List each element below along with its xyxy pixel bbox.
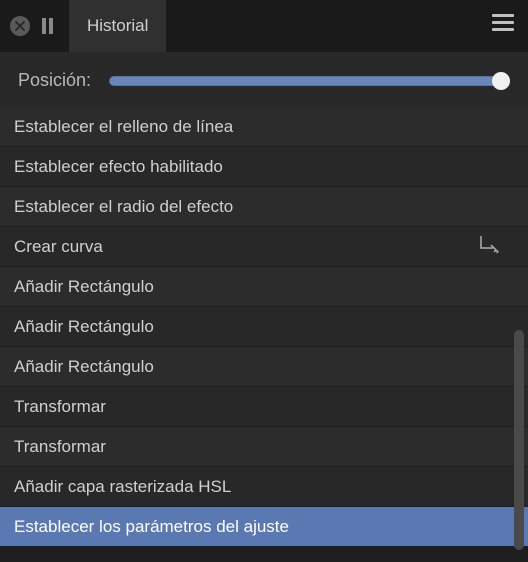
slider-track [109, 76, 510, 86]
history-item-label: Transformar [14, 397, 106, 417]
position-label: Posición: [18, 70, 91, 91]
history-item[interactable]: Transformar [0, 387, 528, 427]
close-button[interactable] [10, 16, 30, 36]
history-list: Establecer el relleno de línea Establecer… [0, 107, 528, 547]
curve-tool-icon [478, 233, 500, 260]
history-item[interactable]: Establecer efecto habilitado [0, 147, 528, 187]
history-item-label: Establecer los parámetros del ajuste [14, 517, 289, 537]
history-item[interactable]: Añadir capa rasterizada HSL [0, 467, 528, 507]
history-item-label: Crear curva [14, 237, 103, 257]
scrollbar-thumb[interactable] [514, 330, 524, 550]
history-item[interactable]: Establecer los parámetros del ajuste [0, 507, 528, 547]
history-item-label: Añadir capa rasterizada HSL [14, 477, 231, 497]
menu-button[interactable] [492, 14, 514, 31]
tab-historial[interactable]: Historial [69, 0, 166, 52]
pause-icon[interactable] [42, 18, 53, 34]
slider-thumb[interactable] [492, 72, 510, 90]
history-item-label: Establecer el relleno de línea [14, 117, 233, 137]
history-item-label: Añadir Rectángulo [14, 357, 154, 377]
position-row: Posición: [0, 52, 528, 107]
history-item-label: Establecer el radio del efecto [14, 197, 233, 217]
history-item[interactable]: Transformar [0, 427, 528, 467]
history-item[interactable]: Crear curva [0, 227, 528, 267]
titlebar: Historial [0, 0, 528, 52]
history-item-label: Transformar [14, 437, 106, 457]
history-item[interactable]: Establecer el relleno de línea [0, 107, 528, 147]
history-item[interactable]: Añadir Rectángulo [0, 267, 528, 307]
history-item[interactable]: Establecer el radio del efecto [0, 187, 528, 227]
tab-label: Historial [87, 16, 148, 36]
history-item-label: Añadir Rectángulo [14, 277, 154, 297]
history-item-label: Establecer efecto habilitado [14, 157, 223, 177]
history-item-label: Añadir Rectángulo [14, 317, 154, 337]
close-icon [15, 21, 25, 31]
history-item[interactable]: Añadir Rectángulo [0, 347, 528, 387]
history-item[interactable]: Añadir Rectángulo [0, 307, 528, 347]
position-slider[interactable] [109, 72, 510, 90]
